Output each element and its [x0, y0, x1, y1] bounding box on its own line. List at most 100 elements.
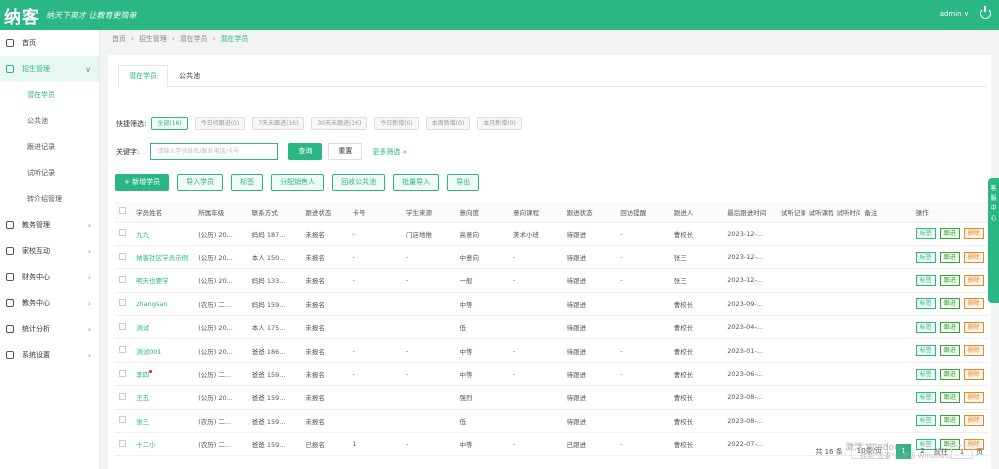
row-op-delete-button[interactable]: 删除 — [963, 368, 984, 380]
student-name[interactable]: 纳客社区学员示例 — [132, 245, 195, 270]
user-menu[interactable]: admin ∨ — [940, 10, 969, 18]
checkbox-icon[interactable] — [119, 322, 126, 330]
table-row[interactable]: 九九 (公历) 20... 妈妈 187... 未报名 - 门店地推 高意向 美术小班 待跟进 -… — [115, 222, 989, 246]
sidebar-item-settings[interactable]: 系统设置 › — [0, 342, 99, 368]
checkbox-icon[interactable] — [119, 416, 126, 424]
sidebar-item-stats[interactable]: 统计分析 › — [0, 316, 99, 342]
row-op-delete-button[interactable]: 删除 — [963, 391, 984, 403]
search-button[interactable]: 查询 — [288, 143, 323, 160]
filter-chip[interactable]: 全部(16) — [151, 117, 188, 130]
sidebar-sub-followup[interactable]: 跟进记录 — [0, 134, 99, 160]
checkbox-icon[interactable] — [119, 252, 126, 260]
sidebar-item-homeschool[interactable]: 家校互动 › — [0, 238, 99, 264]
power-icon[interactable] — [980, 6, 991, 19]
row-op-tag-button[interactable]: 标签 — [915, 321, 936, 333]
row-op-tag-button[interactable]: 标签 — [915, 228, 936, 240]
table-row[interactable]: 明天也要学 (公历) 20... 妈妈 133... 未报名 - - 一般 - 待跟进 - 张三 20… — [115, 268, 989, 293]
tab-potential[interactable]: 潜在学员 — [118, 65, 168, 87]
row-op-tag-button[interactable]: 标签 — [915, 251, 936, 263]
table-cell — [616, 409, 670, 434]
row-op-follow-button[interactable]: 跟进 — [939, 391, 960, 403]
filter-chip[interactable]: 今日待跟进(0) — [194, 117, 246, 130]
export-button[interactable]: 导出 — [447, 174, 480, 191]
table-cell: (公历) 二... — [194, 362, 248, 387]
row-op-follow-button[interactable]: 跟进 — [939, 368, 960, 380]
row-op-delete-button[interactable]: 删除 — [963, 415, 984, 427]
row-op-follow-button[interactable]: 跟进 — [939, 251, 960, 263]
sidebar-sub-potential[interactable]: 潜在学员 — [0, 82, 99, 108]
checkbox-icon[interactable] — [119, 275, 126, 283]
student-name[interactable]: 张三 — [132, 409, 195, 434]
row-op-tag-button[interactable]: 标签 — [915, 298, 936, 310]
row-op-delete-button[interactable]: 删除 — [963, 321, 984, 333]
table-row[interactable]: 纳客社区学员示例 (公历) 20... 本人 150... 未报名 - - 中意向 - 待跟进 -… — [115, 245, 989, 270]
sidebar-item-enrollment[interactable]: 招生管理 ∨ — [0, 56, 99, 82]
breadcrumb-item[interactable]: 招生管理 — [139, 34, 167, 44]
tab-pool[interactable]: 公共池 — [168, 65, 211, 86]
sidebar-sub-trial[interactable]: 试听记录 — [0, 160, 99, 186]
add-student-button[interactable]: + 新增学员 — [115, 174, 170, 191]
row-op-delete-button[interactable]: 删除 — [963, 228, 984, 240]
checkbox-icon[interactable] — [119, 392, 126, 400]
more-filter-link[interactable]: 更多筛选 » — [372, 147, 407, 157]
row-op-follow-button[interactable]: 跟进 — [939, 415, 960, 427]
sidebar-item-home[interactable]: 首页 — [0, 30, 99, 56]
row-op-follow-button[interactable]: 跟进 — [939, 298, 960, 310]
row-op-delete-button[interactable]: 删除 — [963, 298, 984, 310]
checkbox-icon[interactable] — [119, 299, 126, 307]
search-input[interactable]: 请输入学员姓名/联系电话/卡号 — [150, 143, 279, 160]
student-name[interactable]: zhangsan — [132, 292, 195, 317]
row-op-follow-button[interactable]: 跟进 — [939, 228, 960, 240]
sidebar-sub-referral[interactable]: 转介绍管理 — [0, 186, 99, 212]
student-name[interactable]: 九九 — [132, 222, 195, 246]
row-op-follow-button[interactable]: 跟进 — [939, 345, 960, 357]
student-name[interactable]: 十二小 — [132, 432, 195, 457]
checkbox-icon[interactable] — [119, 439, 126, 447]
table-row[interactable]: 李四 (公历) 二... 爸爸 159... 未报名 - - 中等 - 待跟进 - 曹校长 2023-… — [115, 362, 989, 387]
row-op-tag-button[interactable]: 标签 — [915, 274, 936, 286]
filter-chip[interactable]: 本月新增(0) — [477, 117, 522, 130]
table-row[interactable]: 测试 (公历) 20... 本人 175... 未报名 低 待跟进 曹校长 2023-04-.… — [115, 315, 989, 340]
table-cell — [776, 409, 805, 434]
import-student-button[interactable]: 导入学员 — [177, 174, 224, 191]
sidebar-item-teaching[interactable]: 教务中心 › — [0, 290, 99, 316]
table-row[interactable]: 张三 (农历) 二... 爸爸 159... 未报名 低 待跟进 曹校长 2023-08-..… — [115, 409, 989, 434]
student-name[interactable]: 明天也要学 — [132, 268, 195, 293]
service-rail[interactable]: 客服中心 — [988, 178, 999, 303]
row-op-delete-button[interactable]: 删除 — [963, 251, 984, 263]
student-name[interactable]: 测试 — [132, 315, 195, 340]
recycle-pool-button[interactable]: 回收公共池 — [332, 174, 386, 191]
table-row[interactable]: 王五 (公历) 20... 爸爸 159... 未报名 强烈 待跟进 曹校长 2023-08-… — [115, 385, 989, 410]
row-op-follow-button[interactable]: 跟进 — [939, 274, 960, 286]
row-operations: 标签 跟进 删除 — [911, 362, 989, 387]
filter-chip[interactable]: 本周新增(0) — [425, 117, 471, 130]
checkbox-icon[interactable] — [119, 369, 126, 377]
sidebar-item-finance[interactable]: 财务中心 › — [0, 264, 99, 290]
checkbox-icon[interactable] — [119, 346, 126, 354]
row-op-tag-button[interactable]: 标签 — [915, 368, 936, 380]
checkbox-icon[interactable] — [119, 229, 126, 237]
assign-sales-button[interactable]: 分配销售人 — [271, 174, 325, 191]
table-row[interactable]: zhangsan (农历) 二... 妈妈 159... 未报名 中等 待跟进 曹校长 202… — [115, 292, 989, 317]
student-name[interactable]: 李四 — [132, 362, 195, 387]
filter-chip[interactable]: 7天未跟进(16) — [252, 117, 305, 130]
row-op-delete-button[interactable]: 删除 — [963, 274, 984, 286]
filter-chip[interactable]: 今日新增(0) — [374, 117, 419, 130]
row-op-tag-button[interactable]: 标签 — [915, 415, 936, 427]
breadcrumb-home[interactable]: 首页 — [112, 34, 126, 44]
row-op-delete-button[interactable]: 删除 — [963, 345, 984, 357]
filter-chip[interactable]: 30天未跟进(16) — [311, 117, 368, 130]
table-row[interactable]: 测试001 (公历) 20... 爸爸 186... 未报名 - - 中等 - 待跟进 - 曹校长 2… — [115, 338, 989, 363]
tag-button[interactable]: 标签 — [231, 174, 264, 191]
sidebar-sub-pool[interactable]: 公共池 — [0, 108, 99, 134]
student-name[interactable]: 测试001 — [132, 338, 195, 363]
reset-button[interactable]: 重置 — [328, 143, 363, 160]
checkbox-icon[interactable] — [119, 207, 126, 215]
row-op-tag-button[interactable]: 标签 — [915, 391, 936, 403]
row-op-follow-button[interactable]: 跟进 — [939, 321, 960, 333]
batch-import-button[interactable]: 批量导入 — [393, 174, 440, 191]
breadcrumb-item[interactable]: 潜在学员 — [180, 34, 208, 44]
student-name[interactable]: 王五 — [132, 385, 195, 410]
row-op-tag-button[interactable]: 标签 — [915, 345, 936, 357]
sidebar-item-academic[interactable]: 教务管理 › — [0, 212, 99, 238]
